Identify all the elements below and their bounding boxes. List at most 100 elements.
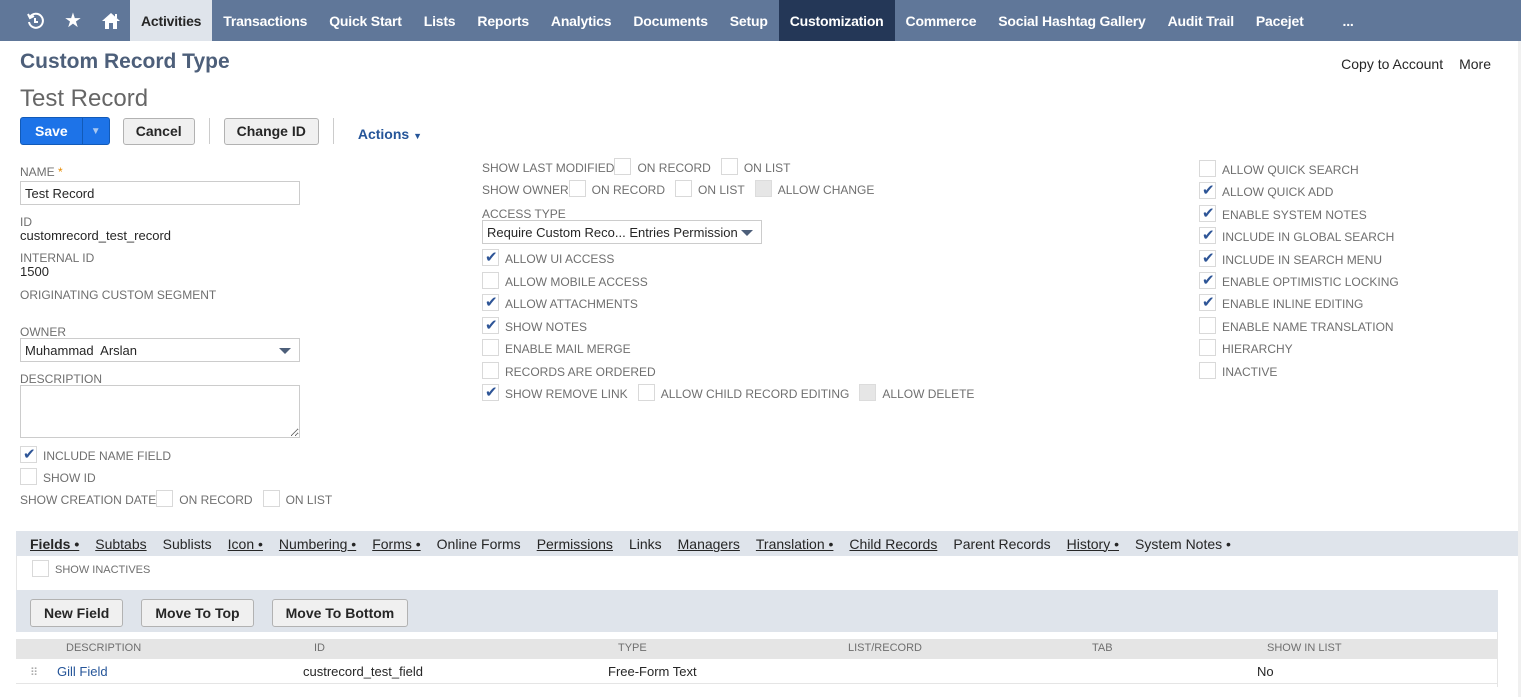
allow-mobile-access-row: ALLOW MOBILE ACCESS [482,271,648,289]
name-input[interactable]: Test Record [20,181,300,205]
subtab-fields[interactable]: Fields • [22,536,87,552]
access-type-select[interactable]: Require Custom Reco... Entries Permissio… [482,220,762,244]
subtab-managers[interactable]: Managers [670,536,748,552]
recent-records-icon[interactable] [16,0,54,41]
enable-name-translation-checkbox[interactable] [1199,316,1216,334]
nav-item-audit-trail[interactable]: Audit Trail [1157,0,1245,41]
inactive-row: INACTIVE [1199,361,1277,379]
column-header-id[interactable]: ID [314,642,325,654]
subtab-translation[interactable]: Translation • [748,536,842,552]
nav-item-social-hashtag-gallery[interactable]: Social Hashtag Gallery [987,0,1156,41]
enable-system-notes-checkbox[interactable] [1199,204,1216,222]
owner-on-list-checkbox[interactable] [675,180,693,197]
enable-inline-editing-checkbox[interactable] [1199,293,1216,312]
column-header-description[interactable]: DESCRIPTION [66,642,141,654]
field-description-link[interactable]: Gill Field [57,664,108,679]
nav-item-analytics[interactable]: Analytics [540,0,622,41]
subtab-forms[interactable]: Forms • [364,536,428,552]
copy-to-account-link[interactable]: Copy to Account [1341,56,1443,72]
nav-item-reports[interactable]: Reports [466,0,540,41]
nav-more-button[interactable]: ... [1315,0,1376,41]
nav-item-setup[interactable]: Setup [719,0,779,41]
column-header-list-record[interactable]: LIST/RECORD [848,642,922,654]
more-link[interactable]: More [1459,56,1491,72]
subtab-history[interactable]: History • [1059,536,1127,552]
inactive-checkbox[interactable] [1199,361,1216,379]
show-notes-checkbox[interactable] [482,316,499,334]
subtab-numbering[interactable]: Numbering • [271,536,364,552]
include-name-field-checkbox[interactable] [20,445,37,463]
description-textarea[interactable] [20,385,300,438]
subtab-links[interactable]: Links [621,536,670,552]
allow-delete-checkbox[interactable] [859,384,877,401]
allow-ui-access-checkbox[interactable] [482,248,499,266]
nav-item-customization[interactable]: Customization [778,0,895,41]
allow-quick-search-checkbox[interactable] [1199,160,1216,177]
internal-id-label: INTERNAL ID [20,251,95,265]
actions-menu[interactable]: Actions ▼ [358,126,422,142]
column-header-type[interactable]: TYPE [618,642,647,654]
subtab-sublists[interactable]: Sublists [155,536,220,552]
enable-mail-merge-checkbox[interactable] [482,339,499,356]
creation-date-on-list-checkbox[interactable] [262,490,280,507]
allow-attachments-checkbox[interactable] [482,293,499,311]
star-icon[interactable]: ★ [54,0,92,41]
column-header-show-in-list[interactable]: SHOW IN LIST [1267,642,1342,654]
toolbar-divider [332,118,334,144]
page-title: Custom Record Type [20,50,230,73]
subtab-child-records[interactable]: Child Records [841,536,945,552]
last-modified-on-record-checkbox[interactable] [614,158,632,175]
subtab-system-notes[interactable]: System Notes • [1127,536,1239,552]
enable-mail-merge-row: ENABLE MAIL MERGE [482,339,631,356]
save-button-group: Save ▼ [20,117,110,145]
subtab-permissions[interactable]: Permissions [529,536,621,552]
save-dropdown-arrow-icon[interactable]: ▼ [81,118,109,144]
allow-mobile-access-checkbox[interactable] [482,271,499,289]
nav-item-lists[interactable]: Lists [413,0,467,41]
change-id-button[interactable]: Change ID [223,117,319,145]
cancel-button[interactable]: Cancel [122,117,195,145]
nav-item-transactions[interactable]: Transactions [212,0,318,41]
nav-item-commerce[interactable]: Commerce [895,0,988,41]
include-in-global-search-row: INCLUDE IN GLOBAL SEARCH [1199,226,1394,245]
show-owner-row: SHOW OWNER ON RECORD ON LIST ALLOW CHANG… [482,180,874,197]
required-marker: * [58,165,63,179]
owner-on-record-checkbox[interactable] [568,180,586,197]
subtab-icon[interactable]: Icon • [220,536,271,552]
enable-system-notes-row: ENABLE SYSTEM NOTES [1199,204,1367,222]
enable-optimistic-locking-checkbox[interactable] [1199,271,1216,289]
save-button[interactable]: Save [21,118,82,144]
include-in-search-menu-row: INCLUDE IN SEARCH MENU [1199,249,1382,267]
new-field-button[interactable]: New Field [30,599,124,627]
include-in-global-search-checkbox[interactable] [1199,226,1216,245]
show-id-checkbox[interactable] [20,468,37,485]
home-icon[interactable] [92,0,130,41]
subtab-parent-records[interactable]: Parent Records [945,536,1058,552]
hierarchy-checkbox[interactable] [1199,339,1216,357]
subtab-subtabs[interactable]: Subtabs [87,536,154,552]
dropdown-arrow-icon [741,230,753,236]
last-modified-on-list-checkbox[interactable] [720,158,738,175]
include-in-search-menu-checkbox[interactable] [1199,249,1216,267]
show-remove-link-checkbox[interactable] [482,383,499,401]
nav-item-documents[interactable]: Documents [622,0,718,41]
nav-item-activities[interactable]: Activities [130,0,213,41]
fields-table-header: DESCRIPTION ID TYPE LIST/RECORD TAB SHOW… [16,639,1498,659]
allow-attachments-row: ALLOW ATTACHMENTS [482,293,638,311]
drag-handle-icon[interactable]: ⠿ [30,666,38,679]
allow-quick-add-checkbox[interactable] [1199,181,1216,200]
show-inactives-row: SHOW INACTIVES [32,560,150,577]
move-to-bottom-button[interactable]: Move To Bottom [271,599,409,627]
column-header-tab[interactable]: TAB [1092,642,1113,654]
records-are-ordered-checkbox[interactable] [482,361,499,379]
creation-date-on-record-checkbox[interactable] [156,490,174,507]
nav-item-quick-start[interactable]: Quick Start [318,0,413,41]
owner-allow-change-checkbox[interactable] [754,180,772,197]
show-inactives-checkbox[interactable] [32,560,49,577]
move-to-top-button[interactable]: Move To Top [141,599,254,627]
nav-item-pacejet[interactable]: Pacejet [1245,0,1315,41]
owner-select[interactable]: Muhammad Arslan [20,338,300,362]
show-notes-row: SHOW NOTES [482,316,587,334]
allow-child-record-editing-checkbox[interactable] [637,384,655,401]
subtab-online-forms[interactable]: Online Forms [429,536,529,552]
